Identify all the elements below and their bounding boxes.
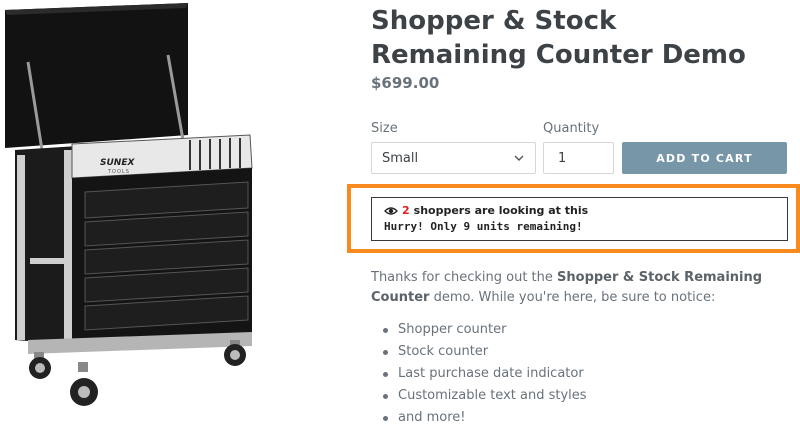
bullet-icon <box>383 371 388 377</box>
size-select-value: Small <box>382 150 419 166</box>
product-image: SUNEX TOOLS <box>0 0 300 429</box>
tool-cart-illustration <box>5 3 253 406</box>
quantity-label: Quantity <box>543 121 600 136</box>
size-label: Size <box>371 121 398 136</box>
eye-icon <box>384 207 398 215</box>
brand-logo-sub: TOOLS <box>108 169 130 175</box>
bullet-icon <box>383 415 388 421</box>
shopper-counter: 2 shoppers are looking at this <box>384 203 775 219</box>
stock-counter: Hurry! Only 9 units remaining! <box>384 220 583 233</box>
shopper-text: shoppers are looking at this <box>413 204 589 217</box>
bullet-icon <box>383 327 388 333</box>
list-item: Customizable text and styles <box>383 385 587 407</box>
description-intro: Thanks for checking out the <box>371 270 558 285</box>
description-outro: demo. While you're here, be sure to noti… <box>429 290 716 305</box>
bullet-icon <box>383 393 388 399</box>
list-item: and more! <box>383 407 587 429</box>
quantity-value: 1 <box>558 150 567 166</box>
quantity-input[interactable]: 1 <box>543 142 614 174</box>
bullet-icon <box>383 349 388 355</box>
list-item: Shopper counter <box>383 319 587 341</box>
list-item: Stock counter <box>383 341 587 363</box>
counter-widget: 2 shoppers are looking at this Hurry! On… <box>371 197 788 241</box>
list-item: Last purchase date indicator <box>383 363 587 385</box>
add-to-cart-button[interactable]: ADD TO CART <box>622 142 787 174</box>
product-title: Shopper & Stock Remaining Counter Demo <box>371 6 746 70</box>
brand-logo: SUNEX <box>100 158 135 168</box>
product-price: $699.00 <box>371 74 440 92</box>
shopper-count: 2 <box>402 204 410 217</box>
chevron-down-icon <box>514 155 524 161</box>
size-select[interactable]: Small <box>371 142 536 174</box>
feature-list: Shopper counter Stock counter Last purch… <box>383 319 587 429</box>
product-description: Thanks for checking out the Shopper & St… <box>371 268 786 308</box>
